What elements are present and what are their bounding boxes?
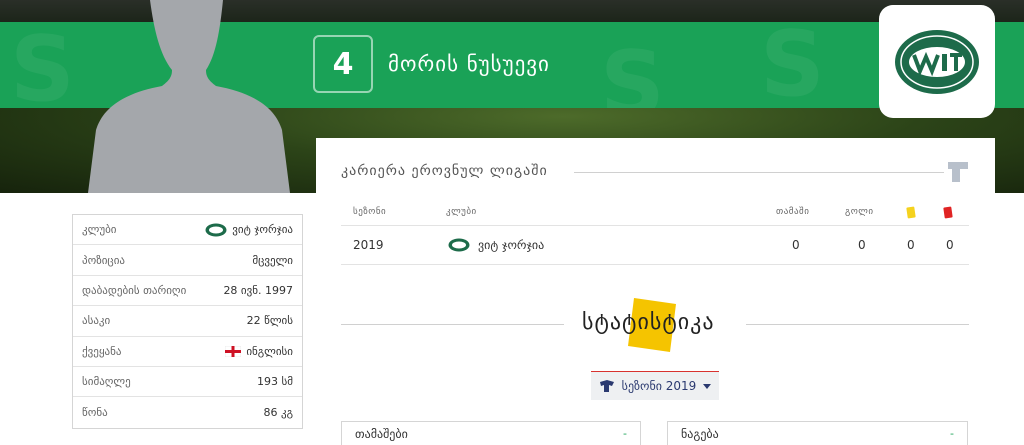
header-divider [341, 225, 969, 226]
info-value-club: ვიტ ჯორჯია [205, 223, 293, 237]
season-dropdown-label: სეზონი 2019 [621, 379, 697, 393]
yellow-card-icon [906, 206, 916, 219]
info-value: მცველი [252, 253, 293, 267]
wit-georgia-badge-icon [448, 238, 470, 252]
info-value: ვიტ ჯორჯია [232, 223, 293, 237]
info-value-country: ინგლისი [225, 345, 293, 358]
info-value: ინგლისი [246, 344, 293, 358]
career-season: 2019 [353, 238, 384, 252]
info-value: 193 სმ [257, 375, 293, 389]
info-row-height: სიმაღლე 193 სმ [73, 367, 302, 398]
career-club-link[interactable]: ვიტ ჯორჯია [448, 238, 544, 252]
career-title-divider [574, 172, 944, 173]
stat-box-games: თამაშები - [341, 421, 641, 445]
column-header-goals: გოლი [845, 207, 874, 217]
career-yellow-cards: 0 [907, 238, 915, 252]
info-row-country: ქვეყანა ინგლისი [73, 337, 302, 367]
stats-title: სტატისტიკა [582, 310, 715, 335]
info-label: ქვეყანა [82, 344, 122, 358]
info-row-club: კლუბი ვიტ ჯორჯია [73, 215, 302, 246]
info-label: დაბადების თარიღი [82, 283, 187, 297]
column-header-club: კლუბი [446, 207, 477, 217]
stats-divider-left [341, 324, 564, 325]
career-panel: კარიერა ეროვნულ ლიგაში სეზონი კლუბი თამა… [316, 138, 995, 445]
player-silhouette [88, 0, 290, 193]
column-header-games: თამაში [776, 207, 810, 217]
wit-georgia-badge-icon [205, 223, 227, 237]
stat-box-conceded: ნაგება - [667, 421, 968, 445]
info-row-weight: წონა 86 კგ [73, 397, 302, 427]
info-label: სიმაღლე [82, 375, 131, 389]
career-club-name: ვიტ ჯორჯია [478, 238, 545, 252]
stat-value: - [623, 427, 627, 440]
red-card-icon [943, 206, 953, 219]
info-label: პოზიცია [82, 253, 125, 267]
season-icon [599, 380, 614, 392]
england-flag-icon [225, 345, 242, 357]
info-row-birthdate: დაბადების თარიღი 28 ივნ. 1997 [73, 276, 302, 307]
player-number: 4 [313, 35, 373, 93]
career-red-cards: 0 [946, 238, 954, 252]
column-header-season: სეზონი [353, 207, 387, 217]
info-value: 22 წლის [246, 314, 293, 328]
chevron-down-icon [703, 383, 712, 389]
career-icon [948, 162, 968, 182]
stat-label: თამაშები [355, 426, 408, 441]
info-row-age: ასაკი 22 წლის [73, 306, 302, 337]
club-logo[interactable] [879, 5, 995, 118]
career-games: 0 [792, 238, 800, 252]
info-row-position: პოზიცია მცველი [73, 245, 302, 276]
info-label: ასაკი [82, 314, 111, 328]
player-name: მორის ნუსუევი [388, 52, 550, 76]
career-goals: 0 [858, 238, 866, 252]
wit-georgia-logo-icon [895, 29, 979, 94]
player-info-table: კლუბი ვიტ ჯორჯია პოზიცია მცველი დაბადები… [72, 214, 303, 429]
info-value: 28 ივნ. 1997 [223, 283, 293, 297]
info-label: კლუბი [82, 223, 117, 237]
career-title: კარიერა ეროვნულ ლიგაში [341, 163, 548, 179]
row-divider [341, 264, 969, 265]
info-label: წონა [82, 406, 108, 420]
stats-divider-right [746, 324, 969, 325]
stat-value: - [950, 427, 954, 440]
season-dropdown[interactable]: სეზონი 2019 [591, 371, 719, 400]
info-value: 86 კგ [263, 406, 294, 420]
stat-label: ნაგება [681, 426, 719, 441]
